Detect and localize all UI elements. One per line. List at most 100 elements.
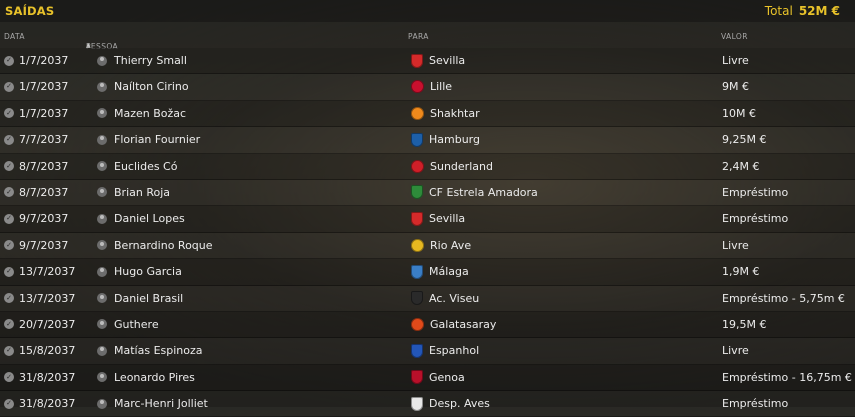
club-crest-icon xyxy=(411,343,423,358)
player-name-link[interactable]: Matías Espinoza xyxy=(114,344,203,357)
person-cell: Naílton Cirino xyxy=(97,74,189,99)
club-crest-icon xyxy=(411,53,423,68)
person-icon xyxy=(97,81,107,92)
person-icon xyxy=(97,398,107,409)
club-name-link[interactable]: Sevilla xyxy=(429,54,465,67)
check-icon: ✓ xyxy=(4,134,14,145)
transfer-value: Livre xyxy=(722,54,749,67)
transfer-date: 31/8/2037 xyxy=(19,397,76,411)
person-icon xyxy=(97,345,107,356)
player-name-link[interactable]: Guthere xyxy=(114,318,159,331)
column-header-club[interactable]: PARA xyxy=(408,32,429,41)
player-name-link[interactable]: Bernardino Roque xyxy=(114,239,213,252)
player-name-link[interactable]: Mazen Božac xyxy=(114,107,186,120)
table-row[interactable]: ✓ 8/7/2037 Euclides Có Sunderland 2,4M € xyxy=(0,153,855,180)
date-cell: ✓ 13/7/2037 xyxy=(4,259,75,284)
transfer-date: 8/7/2037 xyxy=(19,159,69,173)
club-crest-icon xyxy=(411,317,424,331)
club-name-link[interactable]: Hamburg xyxy=(429,133,480,146)
table-row[interactable]: ✓ 1/7/2037 Mazen Božac Shakhtar 10M € xyxy=(0,100,855,128)
table-row[interactable]: ✓ 31/8/2037 Leonardo Pires Genoa Empréstimo … xyxy=(0,364,855,392)
player-name-link[interactable]: Hugo Garcia xyxy=(114,265,182,278)
check-icon: ✓ xyxy=(4,319,14,330)
club-name-link[interactable]: Rio Ave xyxy=(430,239,471,252)
player-name-link[interactable]: Florian Fournier xyxy=(114,133,200,146)
person-cell: Hugo Garcia xyxy=(97,259,182,284)
person-cell: Daniel Brasil xyxy=(97,286,183,311)
check-icon: ✓ xyxy=(4,372,14,383)
club-cell: Málaga xyxy=(411,259,469,284)
check-icon: ✓ xyxy=(4,81,14,92)
panel-title: SAÍDAS xyxy=(5,4,55,18)
player-name-link[interactable]: Daniel Lopes xyxy=(114,212,185,225)
person-icon xyxy=(97,55,107,66)
club-crest-icon xyxy=(411,370,423,385)
club-name-link[interactable]: Ac. Viseu xyxy=(429,292,479,305)
club-cell: Sunderland xyxy=(411,154,493,179)
club-name-link[interactable]: Sevilla xyxy=(429,212,465,225)
person-cell: Marc-Henri Jolliet xyxy=(97,391,208,416)
club-name-link[interactable]: Desp. Aves xyxy=(429,397,490,410)
person-cell: Florian Fournier xyxy=(97,127,200,152)
person-cell: Matías Espinoza xyxy=(97,338,203,363)
club-name-link[interactable]: Espanhol xyxy=(429,344,479,357)
panel-header: SAÍDAS Total 52M € xyxy=(0,0,855,22)
column-header-date[interactable]: DATA xyxy=(4,32,25,41)
club-name-link[interactable]: Málaga xyxy=(429,265,469,278)
club-cell: Genoa xyxy=(411,365,465,390)
transfer-date: 13/7/2037 xyxy=(19,265,76,279)
table-row[interactable]: ✓ 13/7/2037 Daniel Brasil Ac. Viseu Emprésti… xyxy=(0,285,855,312)
club-cell: Galatasaray xyxy=(411,312,496,337)
value-cell: Empréstimo xyxy=(722,391,788,416)
table-row[interactable]: ✓ 1/7/2037 Thierry Small Sevilla Livre xyxy=(0,48,855,75)
table-row[interactable]: ✓ 13/7/2037 Hugo Garcia Málaga 1,9M € xyxy=(0,259,855,286)
club-name-link[interactable]: Shakhtar xyxy=(430,107,480,120)
table-row[interactable]: ✓ 9/7/2037 Bernardino Roque Rio Ave Livre xyxy=(0,232,855,260)
value-cell: Empréstimo xyxy=(722,180,788,205)
club-name-link[interactable]: Genoa xyxy=(429,371,465,384)
transfer-value: 19,5M € xyxy=(722,317,767,331)
check-icon: ✓ xyxy=(4,213,14,224)
player-name-link[interactable]: Euclides Có xyxy=(114,160,177,173)
club-cell: CF Estrela Amadora xyxy=(411,180,538,205)
table-row[interactable]: ✓ 9/7/2037 Daniel Lopes Sevilla Empréstimo xyxy=(0,206,855,233)
club-name-link[interactable]: Lille xyxy=(430,80,452,93)
table-row[interactable]: ✓ 20/7/2037 Guthere Galatasaray 19,5M € xyxy=(0,311,855,339)
club-crest-icon xyxy=(411,211,423,226)
date-cell: ✓ 31/8/2037 xyxy=(4,365,75,390)
person-icon xyxy=(97,372,107,383)
table-row[interactable]: ✓ 7/7/2037 Florian Fournier Hamburg 9,25M € xyxy=(0,127,855,154)
date-cell: ✓ 31/8/2037 xyxy=(4,391,75,416)
table-row[interactable]: ✓ 8/7/2037 Brian Roja CF Estrela Amadora Emp… xyxy=(0,179,855,207)
player-name-link[interactable]: Brian Roja xyxy=(114,186,170,199)
person-cell: Thierry Small xyxy=(97,48,187,73)
check-icon: ✓ xyxy=(4,161,14,172)
club-name-link[interactable]: CF Estrela Amadora xyxy=(429,186,538,199)
club-name-link[interactable]: Sunderland xyxy=(430,160,493,173)
transfer-value: Empréstimo xyxy=(722,212,789,226)
transfer-value: Empréstimo xyxy=(722,185,789,199)
player-name-link[interactable]: Thierry Small xyxy=(114,54,187,67)
club-cell: Hamburg xyxy=(411,127,480,152)
transfer-date: 1/7/2037 xyxy=(19,106,69,120)
club-cell: Espanhol xyxy=(411,338,479,363)
transfer-date: 1/7/2037 xyxy=(19,80,69,94)
player-name-link[interactable]: Leonardo Pires xyxy=(114,371,195,384)
transfer-value: Empréstimo - 5,75m € xyxy=(722,291,845,305)
table-row[interactable]: ✓ 31/8/2037 Marc-Henri Jolliet Desp. Aves Em… xyxy=(0,391,855,417)
person-icon xyxy=(97,319,107,330)
player-name-link[interactable]: Marc-Henri Jolliet xyxy=(114,397,208,410)
value-cell: Empréstimo - 16,75m € xyxy=(722,365,852,390)
date-cell: ✓ 9/7/2037 xyxy=(4,206,68,231)
date-cell: ✓ 15/8/2037 xyxy=(4,338,75,363)
table-row[interactable]: ✓ 15/8/2037 Matías Espinoza Espanhol Livre xyxy=(0,338,855,365)
player-name-link[interactable]: Naílton Cirino xyxy=(114,80,189,93)
player-name-link[interactable]: Daniel Brasil xyxy=(114,292,183,305)
club-crest-icon xyxy=(411,238,424,252)
date-cell: ✓ 7/7/2037 xyxy=(4,127,68,152)
transfer-value: 2,4M € xyxy=(722,159,760,173)
club-name-link[interactable]: Galatasaray xyxy=(430,318,496,331)
column-header-value[interactable]: VALOR xyxy=(721,32,748,41)
table-row[interactable]: ✓ 1/7/2037 Naílton Cirino Lille 9M € xyxy=(0,74,855,101)
column-headers: DATA ▲ PESSOA PARA VALOR xyxy=(0,22,855,51)
